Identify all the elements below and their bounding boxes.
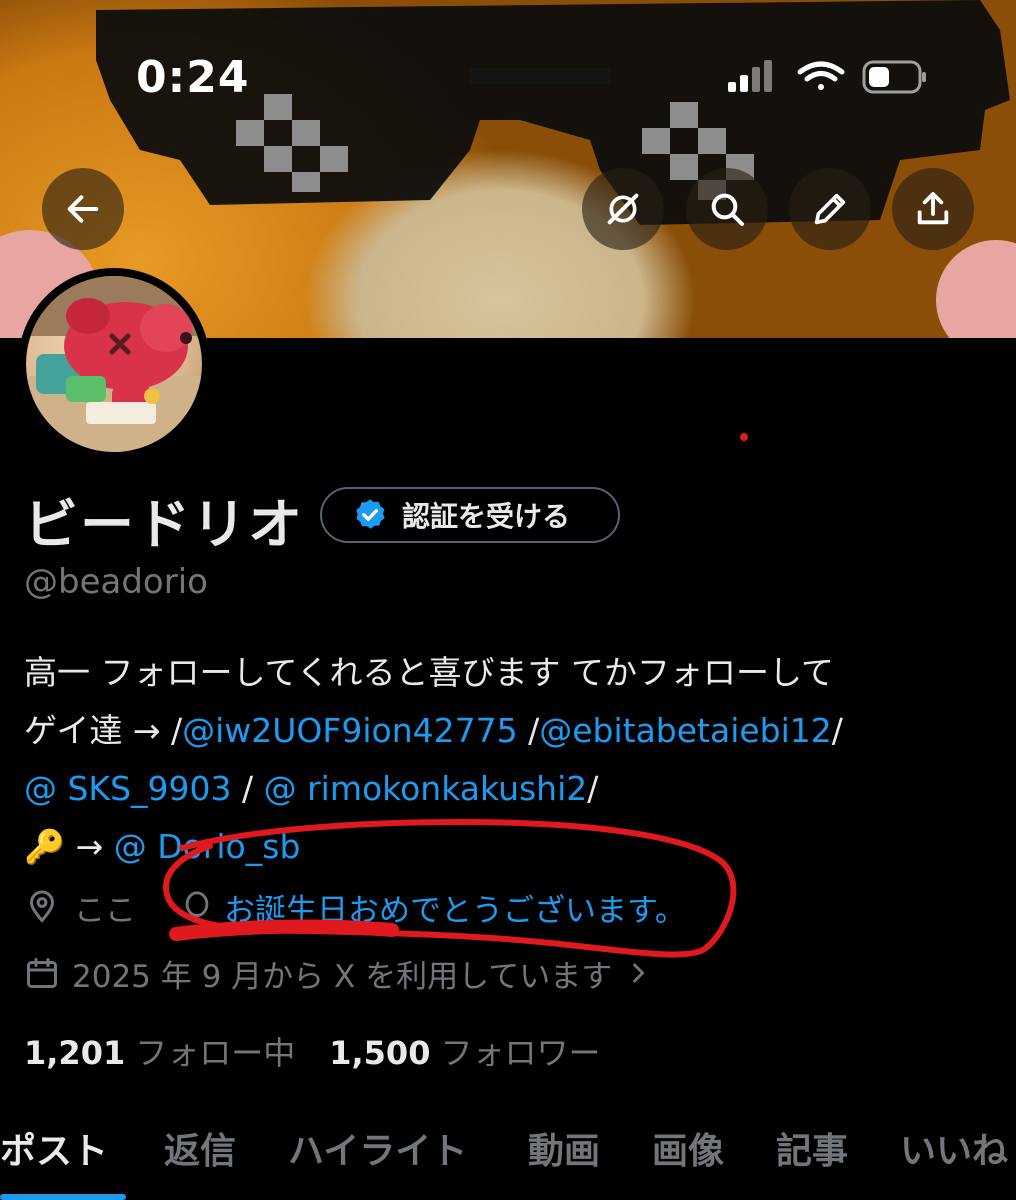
tab-articles[interactable]: 記事	[776, 1122, 848, 1174]
bio-text: /	[517, 711, 540, 750]
tab-replies[interactable]: 返信	[164, 1122, 236, 1174]
tab-highlights[interactable]: ハイライト	[288, 1122, 467, 1174]
following-label: フォロー中	[135, 1034, 296, 1072]
status-time: 0:24	[136, 52, 250, 103]
followers-label: フォロワー	[440, 1034, 601, 1072]
birthday-item: お誕生日おめでとうございます。	[180, 885, 686, 930]
signal-icon	[728, 60, 772, 92]
profile-handle: @beadorio	[24, 562, 208, 602]
mention-link[interactable]: @ SKS_9903	[24, 769, 232, 808]
bio-line: 🔑 → @ Dorio_sb	[24, 818, 1004, 876]
search-button[interactable]	[686, 168, 768, 250]
avatar-illustration	[26, 276, 202, 452]
bio-text: /	[587, 769, 599, 808]
share-button[interactable]	[892, 168, 974, 250]
bio-line: @ SKS_9903 / @ rimokonkakushi2/	[24, 760, 1004, 818]
bio-text: /	[231, 769, 264, 808]
chevron-right-icon	[633, 963, 645, 983]
get-verified-label: 認証を受ける	[402, 500, 571, 533]
tab-videos[interactable]: 動画	[528, 1122, 600, 1174]
mention-link[interactable]: @ rimokonkakushi2	[264, 769, 588, 808]
profile-bio: 高一 フォローしてくれると喜びます てかフォローして ゲイ達 → /@iw2UO…	[24, 644, 1004, 876]
search-icon	[711, 193, 744, 226]
wifi-icon	[797, 61, 845, 90]
status-bar: 0:24	[0, 0, 1016, 120]
birthday-text: お誕生日おめでとうございます。	[224, 892, 686, 929]
bio-text: /	[831, 711, 843, 750]
display-name: ビードリオ	[24, 493, 304, 556]
back-button[interactable]	[42, 168, 124, 250]
get-verified-button[interactable]: 認証を受ける	[320, 487, 620, 543]
edit-button[interactable]	[789, 168, 871, 250]
joined-date[interactable]: 2025 年 9 月から X を利用しています	[24, 948, 652, 998]
bio-line: 高一 フォローしてくれると喜びます てかフォローして	[24, 653, 835, 692]
grok-button[interactable]	[582, 168, 664, 250]
following-link[interactable]: 1,201 フォロー中	[24, 1028, 295, 1074]
mention-link[interactable]: @iw2UOF9ion42775	[182, 711, 518, 750]
follow-counts: 1,201 フォロー中 1,500 フォロワー	[24, 1026, 600, 1076]
tab-likes[interactable]: いいね	[900, 1122, 1008, 1174]
active-tab-indicator	[0, 1194, 126, 1200]
bio-line: ゲイ達 → /@iw2UOF9ion42775 /@ebitabetaiebi1…	[24, 702, 1004, 760]
mention-link[interactable]: @ebitabetaiebi12	[539, 711, 832, 750]
calendar-icon	[27, 958, 57, 988]
key-emoji-icon: 🔑	[24, 827, 66, 866]
arrow-left-icon	[67, 195, 99, 223]
joined-text: 2025 年 9 月から X を利用しています	[72, 958, 613, 995]
mention-link[interactable]: @ Dorio_sb	[114, 827, 301, 866]
bio-text: →	[65, 827, 114, 866]
profile-meta: ここ お誕生日おめでとうございます。	[24, 882, 686, 932]
balloon-icon	[185, 891, 209, 922]
followers-link[interactable]: 1,500 フォロワー	[329, 1028, 600, 1074]
edit-icon	[814, 193, 846, 225]
profile-tabs: ポスト 返信 ハイライト 動画 画像 記事 いいね	[0, 1116, 1016, 1200]
status-icons	[728, 60, 926, 94]
location-pin-icon	[29, 890, 55, 923]
location-item: ここ	[24, 885, 136, 930]
tab-images[interactable]: 画像	[652, 1122, 724, 1174]
following-count: 1,201	[24, 1034, 126, 1072]
avatar[interactable]	[18, 268, 210, 460]
location-text: ここ	[74, 892, 136, 929]
battery-icon	[862, 60, 926, 94]
avatar-image	[26, 276, 202, 452]
grok-icon	[607, 193, 639, 225]
tab-posts[interactable]: ポスト	[0, 1122, 108, 1174]
verified-badge-icon	[356, 499, 385, 529]
bio-text: ゲイ達 → /	[24, 711, 183, 750]
red-dot-mark	[740, 433, 748, 441]
followers-count: 1,500	[329, 1034, 431, 1072]
share-icon	[917, 192, 949, 225]
